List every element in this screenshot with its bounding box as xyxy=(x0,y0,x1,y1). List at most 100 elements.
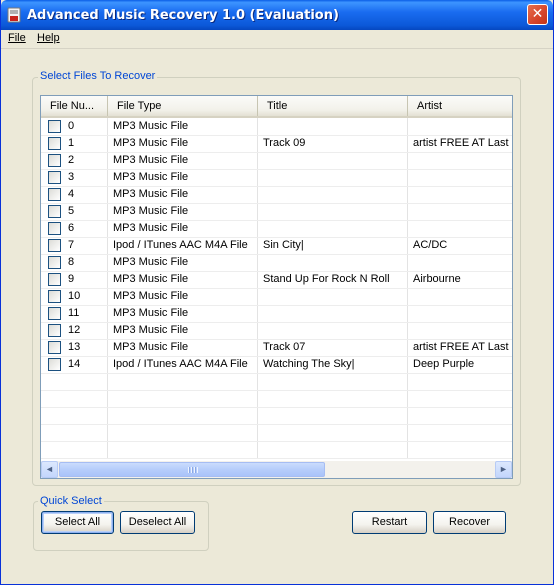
table-row[interactable]: 13 MP3 Music File Track 07 artist FREE AT L… xyxy=(41,339,512,357)
table-row[interactable]: 7 Ipod / ITunes AAC M4A File Sin City| AC/D… xyxy=(41,237,512,255)
restart-button[interactable]: Restart xyxy=(352,511,427,534)
table-row[interactable]: 3 MP3 Music File xyxy=(41,169,512,187)
file-type-cell: MP3 Music File xyxy=(113,324,189,336)
quick-select-group-label: Quick Select xyxy=(38,495,104,507)
table-row[interactable]: 5 MP3 Music File xyxy=(41,203,512,221)
file-type-cell: MP3 Music File xyxy=(113,137,189,149)
artist-cell: AC/DC xyxy=(413,239,448,251)
column-header-title[interactable]: Title xyxy=(258,96,408,116)
table-row[interactable]: 6 MP3 Music File xyxy=(41,220,512,238)
row-checkbox[interactable] xyxy=(48,205,61,218)
file-number-cell: 10 xyxy=(68,290,81,302)
window-title: Advanced Music Recovery 1.0 (Evaluation) xyxy=(27,8,339,23)
column-header-file-number[interactable]: File Nu... xyxy=(41,96,108,116)
artist-cell: artist FREE AT Last m xyxy=(413,341,511,353)
file-type-cell: MP3 Music File xyxy=(113,273,189,285)
row-checkbox[interactable] xyxy=(48,256,61,269)
app-music-icon xyxy=(7,7,21,23)
table-row[interactable]: 12 MP3 Music File xyxy=(41,322,512,340)
file-type-cell: Ipod / ITunes AAC M4A File xyxy=(113,239,248,251)
table-row[interactable]: 2 MP3 Music File xyxy=(41,152,512,170)
row-checkbox[interactable] xyxy=(48,239,61,252)
menu-file[interactable]: File xyxy=(8,32,26,44)
file-number-cell: 9 xyxy=(68,273,75,285)
select-all-button[interactable]: Select All xyxy=(41,511,114,534)
table-row[interactable]: 8 MP3 Music File xyxy=(41,254,512,272)
recover-button[interactable]: Recover xyxy=(433,511,506,534)
file-number-cell: 6 xyxy=(68,222,75,234)
deselect-all-button[interactable]: Deselect All xyxy=(120,511,195,534)
file-number-cell: 13 xyxy=(68,341,81,353)
file-number-cell: 3 xyxy=(68,171,75,183)
menu-bar: File Help xyxy=(1,30,553,49)
file-type-cell: MP3 Music File xyxy=(113,188,189,200)
file-type-cell: MP3 Music File xyxy=(113,341,189,353)
column-header-file-type[interactable]: File Type xyxy=(108,96,258,116)
scroll-thumb[interactable] xyxy=(59,462,325,477)
title-cell: Track 07 xyxy=(263,341,306,353)
close-button[interactable]: ✕ xyxy=(527,4,548,25)
row-checkbox[interactable] xyxy=(48,137,61,150)
file-type-cell: MP3 Music File xyxy=(113,290,189,302)
file-number-cell: 8 xyxy=(68,256,75,268)
artist-cell: Airbourne xyxy=(413,273,461,285)
file-type-cell: MP3 Music File xyxy=(113,205,189,217)
table-row[interactable]: 14 Ipod / ITunes AAC M4A File Watching The… xyxy=(41,356,512,374)
file-type-cell: MP3 Music File xyxy=(113,256,189,268)
table-row[interactable]: 10 MP3 Music File xyxy=(41,288,512,306)
table-row[interactable]: 9 MP3 Music File Stand Up For Rock N Roll A… xyxy=(41,271,512,289)
empty-row xyxy=(41,373,512,391)
row-checkbox[interactable] xyxy=(48,290,61,303)
scroll-left-button[interactable]: ◄ xyxy=(41,461,58,478)
file-type-cell: MP3 Music File xyxy=(113,171,189,183)
artist-cell: artist FREE AT Last m xyxy=(413,137,511,149)
row-checkbox[interactable] xyxy=(48,120,61,133)
table-row[interactable]: 0 MP3 Music File xyxy=(41,118,512,136)
column-header-artist[interactable]: Artist xyxy=(408,96,512,116)
artist-cell: Deep Purple xyxy=(413,358,475,370)
row-checkbox[interactable] xyxy=(48,154,61,167)
horizontal-scrollbar[interactable]: ◄ ► xyxy=(41,461,512,478)
row-checkbox[interactable] xyxy=(48,307,61,320)
file-number-cell: 1 xyxy=(68,137,75,149)
title-cell: Stand Up For Rock N Roll xyxy=(263,273,390,285)
table-row[interactable]: 11 MP3 Music File xyxy=(41,305,512,323)
scroll-right-button[interactable]: ► xyxy=(495,461,512,478)
app-window: Advanced Music Recovery 1.0 (Evaluation)… xyxy=(0,0,554,585)
files-list[interactable]: File Nu... File Type Title Artist 0 MP3 M… xyxy=(40,95,513,479)
file-number-cell: 5 xyxy=(68,205,75,217)
close-icon: ✕ xyxy=(531,6,544,22)
title-bar[interactable]: Advanced Music Recovery 1.0 (Evaluation)… xyxy=(1,0,553,30)
row-checkbox[interactable] xyxy=(48,273,61,286)
table-row[interactable]: 1 MP3 Music File Track 09 artist FREE AT La… xyxy=(41,135,512,153)
title-cell: Watching The Sky| xyxy=(263,358,355,370)
arrow-right-icon: ► xyxy=(499,464,508,474)
row-checkbox[interactable] xyxy=(48,358,61,371)
menu-help[interactable]: Help xyxy=(37,32,60,44)
file-number-cell: 4 xyxy=(68,188,75,200)
file-number-cell: 11 xyxy=(68,307,80,319)
empty-row xyxy=(41,390,512,408)
row-checkbox[interactable] xyxy=(48,222,61,235)
file-type-cell: Ipod / ITunes AAC M4A File xyxy=(113,358,248,370)
title-cell: Sin City| xyxy=(263,239,304,251)
select-files-group-label: Select Files To Recover xyxy=(38,70,158,82)
row-checkbox[interactable] xyxy=(48,188,61,201)
row-checkbox[interactable] xyxy=(48,341,61,354)
file-type-cell: MP3 Music File xyxy=(113,307,189,319)
file-number-cell: 0 xyxy=(68,120,75,132)
empty-row xyxy=(41,424,512,442)
row-checkbox[interactable] xyxy=(48,324,61,337)
empty-row xyxy=(41,407,512,425)
empty-row xyxy=(41,441,512,459)
file-number-cell: 2 xyxy=(68,154,75,166)
row-checkbox[interactable] xyxy=(48,171,61,184)
file-type-cell: MP3 Music File xyxy=(113,222,189,234)
file-type-cell: MP3 Music File xyxy=(113,154,189,166)
file-number-cell: 12 xyxy=(68,324,81,336)
file-number-cell: 7 xyxy=(68,239,75,251)
file-number-cell: 14 xyxy=(68,358,81,370)
title-cell: Track 09 xyxy=(263,137,306,149)
table-row[interactable]: 4 MP3 Music File xyxy=(41,186,512,204)
file-type-cell: MP3 Music File xyxy=(113,120,189,132)
